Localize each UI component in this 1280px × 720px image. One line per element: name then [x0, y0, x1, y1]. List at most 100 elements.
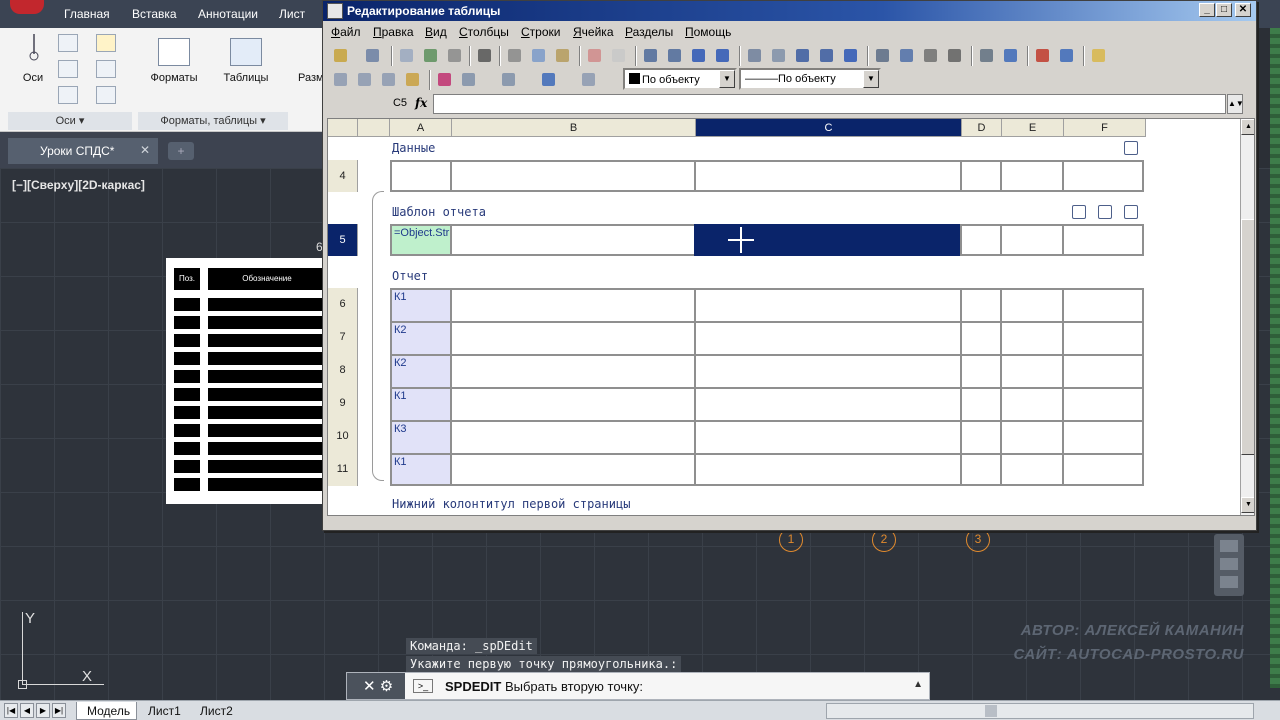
merge-cells-icon[interactable] [331, 70, 351, 90]
axis-bubble[interactable]: 3 [966, 528, 990, 552]
table-cell[interactable] [1062, 354, 1144, 389]
cell-fill-icon[interactable] [539, 70, 559, 90]
table-cell[interactable] [450, 387, 696, 422]
table-cell[interactable] [1000, 321, 1064, 356]
table-grid-icon[interactable] [379, 70, 399, 90]
checkbox-icon[interactable] [1001, 46, 1021, 66]
section-label-data[interactable]: Данные [392, 141, 435, 155]
close-icon[interactable]: ✕ [140, 143, 150, 157]
cell-e4[interactable] [1000, 160, 1064, 192]
format-painter-icon[interactable] [435, 70, 455, 90]
navbar-item[interactable] [1220, 576, 1238, 588]
link-icon[interactable] [445, 46, 465, 66]
new-document-button[interactable]: + [168, 142, 194, 160]
table-cell[interactable] [1000, 288, 1064, 323]
table-cell[interactable] [1062, 321, 1144, 356]
command-line[interactable]: ✕ ⚙ >_ SPDEDIT Выбрать вторую точку: ▲ [346, 672, 930, 700]
vertical-scrollbar[interactable]: ▲ ▼ [1240, 119, 1254, 515]
cell-f5[interactable] [1062, 224, 1144, 256]
cell-a11[interactable]: К1 [390, 453, 452, 486]
scroll-up-icon[interactable]: ▲ [1241, 119, 1254, 135]
tables-icon[interactable] [230, 38, 262, 66]
arrow-down-icon[interactable] [641, 46, 661, 66]
calculator-icon[interactable] [977, 46, 997, 66]
navbar-item[interactable] [1220, 558, 1238, 570]
check-all-icon[interactable] [1057, 46, 1077, 66]
export-icon[interactable] [421, 46, 441, 66]
scroll-thumb[interactable] [1241, 219, 1254, 455]
table-cell[interactable] [1000, 453, 1064, 486]
cell-a10[interactable]: К3 [390, 420, 452, 455]
layout-tab-model[interactable]: Модель [76, 702, 138, 720]
cell-d5[interactable] [960, 224, 1002, 256]
table-cell[interactable] [960, 354, 1002, 389]
table-cell[interactable] [1000, 354, 1064, 389]
table-cell[interactable] [450, 453, 696, 486]
empty-set-icon[interactable] [945, 46, 965, 66]
command-prompt-icon[interactable]: >_ [413, 679, 433, 693]
prev-tab-icon[interactable]: ◀ [20, 703, 34, 718]
cell-b5[interactable] [450, 224, 696, 256]
formats-icon[interactable] [158, 38, 190, 66]
pencil-icon[interactable] [96, 34, 116, 52]
formula-expand-icon[interactable]: ▲▼ [1227, 94, 1244, 114]
axis-edit-icon[interactable] [58, 60, 78, 78]
ribbon-tab-insert[interactable]: Вставка [132, 7, 177, 21]
ribbon-tab-annotate[interactable]: Аннотации [198, 7, 258, 21]
column-header-c[interactable]: C [696, 119, 962, 137]
axes-button[interactable]: Оси [18, 72, 48, 84]
keyboard-icon[interactable] [873, 46, 893, 66]
table-cell[interactable] [694, 387, 962, 422]
arrow-left-icon[interactable] [689, 46, 709, 66]
column-header-f[interactable]: F [1064, 119, 1146, 137]
layout-tab-sheet2[interactable]: Лист2 [190, 702, 239, 720]
tables-button[interactable]: Таблицы [218, 72, 274, 84]
split-cells-icon[interactable] [355, 70, 375, 90]
paste-icon[interactable] [553, 46, 573, 66]
row-header-8[interactable]: 8 [328, 354, 358, 387]
menu-sections[interactable]: Разделы [625, 25, 673, 39]
row-header-9[interactable]: 9 [328, 387, 358, 420]
insert-icon[interactable] [331, 46, 351, 66]
axis-node-icon[interactable] [96, 60, 116, 78]
chevron-down-icon[interactable]: ▼ [719, 70, 735, 88]
edit-cell-icon[interactable] [403, 70, 423, 90]
close-button[interactable]: ✕ [1235, 3, 1251, 17]
section-label-footer[interactable]: Нижний колонтитул первой страницы [392, 497, 630, 511]
menu-help[interactable]: Помощь [685, 25, 731, 39]
next-tab-icon[interactable]: ▶ [36, 703, 50, 718]
table-cell[interactable] [1000, 387, 1064, 422]
scroll-thumb[interactable] [985, 705, 997, 717]
menu-edit[interactable]: Правка [373, 25, 414, 39]
cell-b4[interactable] [450, 160, 696, 192]
table-cell[interactable] [960, 387, 1002, 422]
ribbon-tab-home[interactable]: Главная [64, 7, 110, 21]
table-cell[interactable] [1062, 387, 1144, 422]
sort-descending-icon[interactable] [817, 46, 837, 66]
section-label-template[interactable]: Шаблон отчета [392, 205, 486, 219]
row-header-6[interactable]: 6 [328, 288, 358, 321]
table-cell[interactable] [1062, 420, 1144, 455]
section-settings-icon[interactable] [1122, 203, 1138, 219]
table-cell[interactable] [1062, 453, 1144, 486]
sort-ascending-icon[interactable] [793, 46, 813, 66]
menu-file[interactable]: Файл [331, 25, 361, 39]
refresh-icon[interactable] [1033, 46, 1053, 66]
table-cell[interactable] [694, 321, 962, 356]
axis-table-icon[interactable] [96, 86, 116, 104]
cell-a8[interactable]: К2 [390, 354, 452, 389]
layout-tab-sheet1[interactable]: Лист1 [138, 702, 187, 720]
table-cell[interactable] [1062, 288, 1144, 323]
row-header-10[interactable]: 10 [328, 420, 358, 453]
cell-a9[interactable]: К1 [390, 387, 452, 422]
menu-view[interactable]: Вид [425, 25, 447, 39]
cell-c5-selected[interactable] [694, 224, 962, 256]
maximize-button[interactable]: □ [1216, 3, 1232, 17]
column-header-d[interactable]: D [962, 119, 1002, 137]
table-cell[interactable] [450, 354, 696, 389]
cell-style-icon[interactable] [499, 70, 519, 90]
horizontal-scrollbar[interactable] [826, 703, 1254, 719]
undo-icon[interactable] [585, 46, 605, 66]
help-icon[interactable] [1089, 46, 1109, 66]
cut-icon[interactable] [505, 46, 525, 66]
